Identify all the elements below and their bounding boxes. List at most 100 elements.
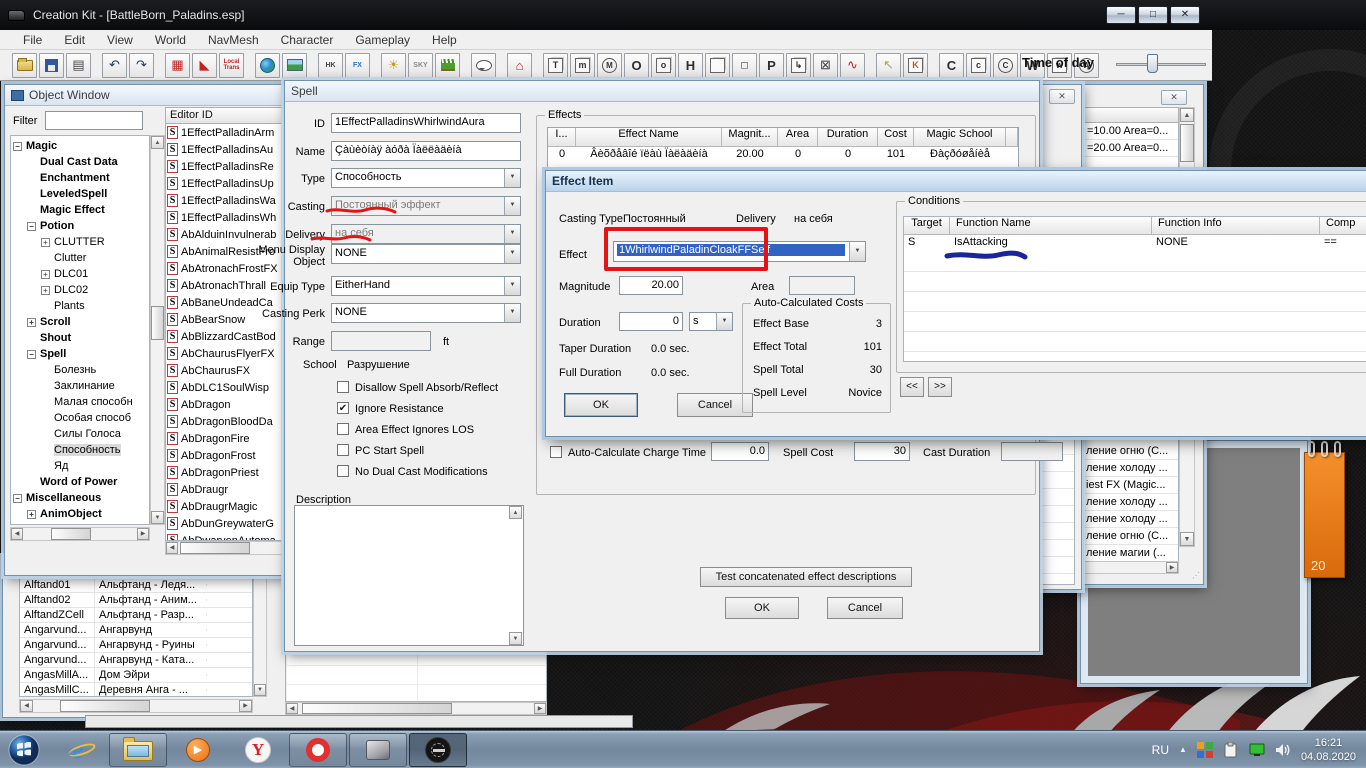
cell-row[interactable]: Angarvund...Ангарвунд - Ката...	[20, 653, 252, 668]
scrollbar-thumb[interactable]	[51, 528, 91, 540]
list-item[interactable]: SAbDraugr	[166, 481, 288, 498]
tree-item[interactable]: Clutter	[13, 250, 149, 266]
tree-item-selected[interactable]: Способность	[13, 442, 149, 458]
list-item[interactable]: =20.00 Area=0...	[1084, 140, 1178, 157]
tree-item[interactable]: Shout	[13, 330, 149, 346]
test-descriptions-button[interactable]: Test concatenated effect descriptions	[700, 567, 912, 587]
scroll-down-icon[interactable]: ▼	[151, 511, 164, 524]
taskbar-opera[interactable]	[289, 733, 347, 767]
list-item[interactable]: ление холоду ...	[1084, 494, 1178, 511]
menu-view[interactable]: View	[96, 31, 144, 49]
tree-item[interactable]: Word of Power	[13, 474, 149, 490]
tree-item[interactable]: −Magic	[13, 138, 149, 154]
duration-input[interactable]: 0	[619, 312, 683, 331]
sky-icon[interactable]: SKY	[408, 53, 433, 78]
maximize-button[interactable]: □	[1138, 6, 1168, 24]
cell-row[interactable]: AngasMillA...Дом Эйри	[20, 668, 252, 683]
warnings-icon[interactable]: ⌂	[507, 53, 532, 78]
menu-navmesh[interactable]: NavMesh	[197, 31, 270, 49]
cube-arrow-icon[interactable]: ↳	[786, 53, 811, 78]
letter-o-icon[interactable]: O	[624, 53, 649, 78]
circle-m-icon[interactable]: M	[597, 53, 622, 78]
effect-select[interactable]: 1WhirlwindPaladinCloakFFSelf ▼	[613, 241, 866, 262]
undo-icon[interactable]: ↶	[102, 53, 127, 78]
close-button[interactable]: ✕	[1170, 6, 1200, 24]
vertical-scrollbar[interactable]: ▼	[253, 571, 267, 697]
tree-expander-icon[interactable]: +	[41, 270, 50, 279]
list-item[interactable]: SAbDragon	[166, 396, 288, 413]
effects-col-name[interactable]: Effect Name	[576, 128, 722, 147]
effects-row[interactable]: 0 Âèõðåâîé ïëàù Ïàëàäèíà 20.00 0 0 101 Ð…	[548, 147, 1018, 164]
list-item[interactable]: SAbDragonFrost	[166, 447, 288, 464]
scroll-up-icon[interactable]: ▲	[1180, 108, 1194, 122]
tree-item[interactable]: −Potion	[13, 218, 149, 234]
taskbar-internet-explorer[interactable]: e	[49, 733, 107, 767]
grass-icon[interactable]	[435, 53, 460, 78]
local-transform-icon[interactable]: Local Trans	[219, 53, 244, 78]
start-button[interactable]	[1, 733, 47, 767]
scroll-right-icon[interactable]: ▶	[1166, 562, 1178, 573]
effects-col-magnitude[interactable]: Magnit...	[722, 128, 778, 147]
landscape-icon[interactable]	[282, 53, 307, 78]
cube-m-icon[interactable]: m	[570, 53, 595, 78]
tree-horizontal-scrollbar[interactable]: ◀ ▶	[10, 527, 150, 541]
tree-item[interactable]: −Art Object	[13, 522, 149, 525]
display-tray-icon[interactable]	[1249, 742, 1265, 758]
effects-col-school[interactable]: Magic School	[914, 128, 1006, 147]
menu-file[interactable]: File	[12, 31, 53, 49]
cube-o-icon[interactable]: o	[651, 53, 676, 78]
time-of-day-slider[interactable]	[1116, 63, 1206, 66]
antivirus-tray-icon[interactable]	[1197, 742, 1213, 758]
scrollbar-thumb[interactable]	[60, 700, 150, 712]
list-item[interactable]: ление магии (...	[1084, 545, 1178, 562]
tree-expander-icon[interactable]: +	[41, 286, 50, 295]
chevron-down-icon[interactable]: ▼	[504, 304, 520, 322]
menu-character[interactable]: Character	[270, 31, 345, 49]
cube-t-icon[interactable]: T	[543, 53, 568, 78]
tree-item[interactable]: Силы Голоса	[13, 426, 149, 442]
menu-help[interactable]: Help	[421, 31, 468, 49]
taskbar-creation-kit[interactable]	[409, 733, 467, 767]
effects-col-cost[interactable]: Cost	[878, 128, 914, 147]
scrollbar-thumb[interactable]	[151, 306, 164, 340]
snap-to-angle-icon[interactable]: ◣	[192, 53, 217, 78]
list-item[interactable]: SAbDwarvenAutoma	[166, 532, 288, 541]
tree-item[interactable]: −Miscellaneous	[13, 490, 149, 506]
magnitude-input[interactable]: 20.00	[619, 276, 683, 295]
ignore-resistance-checkbox[interactable]: ✔	[337, 402, 349, 414]
tree-expander-icon[interactable]: +	[41, 238, 50, 247]
minimize-button[interactable]: ─	[1106, 6, 1136, 24]
clock[interactable]: 16:21 04.08.2020	[1301, 736, 1356, 764]
chevron-down-icon[interactable]: ▼	[504, 277, 520, 295]
tree-item[interactable]: +CLUTTER	[13, 234, 149, 250]
auto-calculate-checkbox[interactable]	[550, 446, 562, 458]
square-icon[interactable]: ◻	[732, 53, 757, 78]
spell-dialog-titlebar[interactable]: Spell	[285, 81, 1039, 102]
scroll-right-icon[interactable]: ▶	[239, 700, 252, 712]
tree-expander-icon[interactable]: −	[27, 350, 36, 359]
spell-cost-input[interactable]: 30	[854, 442, 910, 461]
close-icon[interactable]: ✕	[1161, 90, 1187, 105]
chevron-down-icon[interactable]: ▼	[504, 169, 520, 187]
list-item[interactable]: iest FX (Magic...	[1084, 477, 1178, 494]
scroll-up-icon[interactable]: ▲	[151, 136, 164, 149]
horizontal-scrollbar[interactable]: ◀ ▶	[285, 702, 547, 715]
no-dual-cast-checkbox[interactable]	[337, 465, 349, 477]
tree-expander-icon[interactable]: −	[13, 494, 22, 503]
effects-col-duration[interactable]: Duration	[818, 128, 878, 147]
list-item[interactable]: SAbDLC1SoulWisp	[166, 379, 288, 396]
circle-c-icon[interactable]: C	[993, 53, 1018, 78]
notes-gadget[interactable]: 20	[1304, 452, 1345, 578]
tree-item[interactable]: Яд	[13, 458, 149, 474]
pc-start-spell-checkbox[interactable]	[337, 444, 349, 456]
list-item[interactable]: SAbDragonPriest	[166, 464, 288, 481]
menu-display-object-select[interactable]: NONE▼	[331, 244, 521, 264]
tree-item[interactable]: +AnimObject	[13, 506, 149, 522]
tree-item[interactable]: Magic Effect	[13, 202, 149, 218]
name-input[interactable]: Çàùèòíàÿ àóðà Ïàëëàäèíà	[331, 141, 521, 161]
scroll-right-icon[interactable]: ▶	[534, 703, 546, 714]
clipboard-tray-icon[interactable]	[1223, 742, 1239, 758]
list-item[interactable]: ление холоду ...	[1084, 511, 1178, 528]
tree-expander-icon[interactable]: −	[27, 222, 36, 231]
list-item[interactable]: SAbDragonFire	[166, 430, 288, 447]
